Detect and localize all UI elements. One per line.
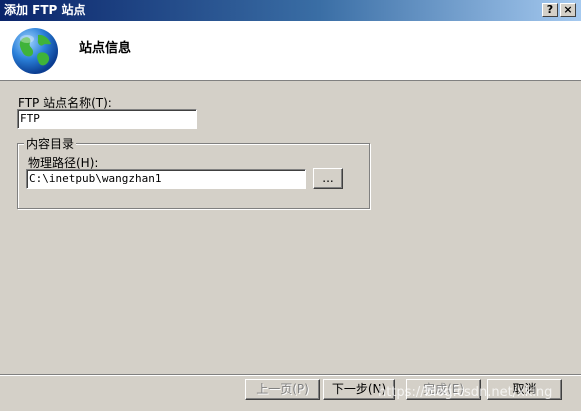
cancel-button[interactable]: 取消 (487, 379, 562, 400)
content-directory-group-title: 内容目录 (24, 135, 77, 152)
close-button[interactable]: × (560, 3, 576, 17)
globe-icon (12, 28, 58, 74)
next-button[interactable]: 下一步(N) (323, 379, 395, 400)
help-button[interactable]: ? (542, 3, 558, 17)
browse-button[interactable]: ... (313, 168, 343, 189)
finish-button[interactable]: 完成(E) (406, 379, 481, 400)
site-name-input[interactable]: FTP (17, 109, 197, 129)
wizard-header: 站点信息 (0, 21, 581, 81)
window-title: 添加 FTP 站点 (4, 3, 86, 17)
page-title: 站点信息 (79, 41, 132, 56)
footer-divider (0, 374, 581, 376)
physical-path-input[interactable]: C:\inetpub\wangzhan1 (26, 169, 306, 189)
prev-button[interactable]: 上一页(P) (245, 379, 320, 400)
title-bar: 添加 FTP 站点 ? × (0, 0, 581, 21)
